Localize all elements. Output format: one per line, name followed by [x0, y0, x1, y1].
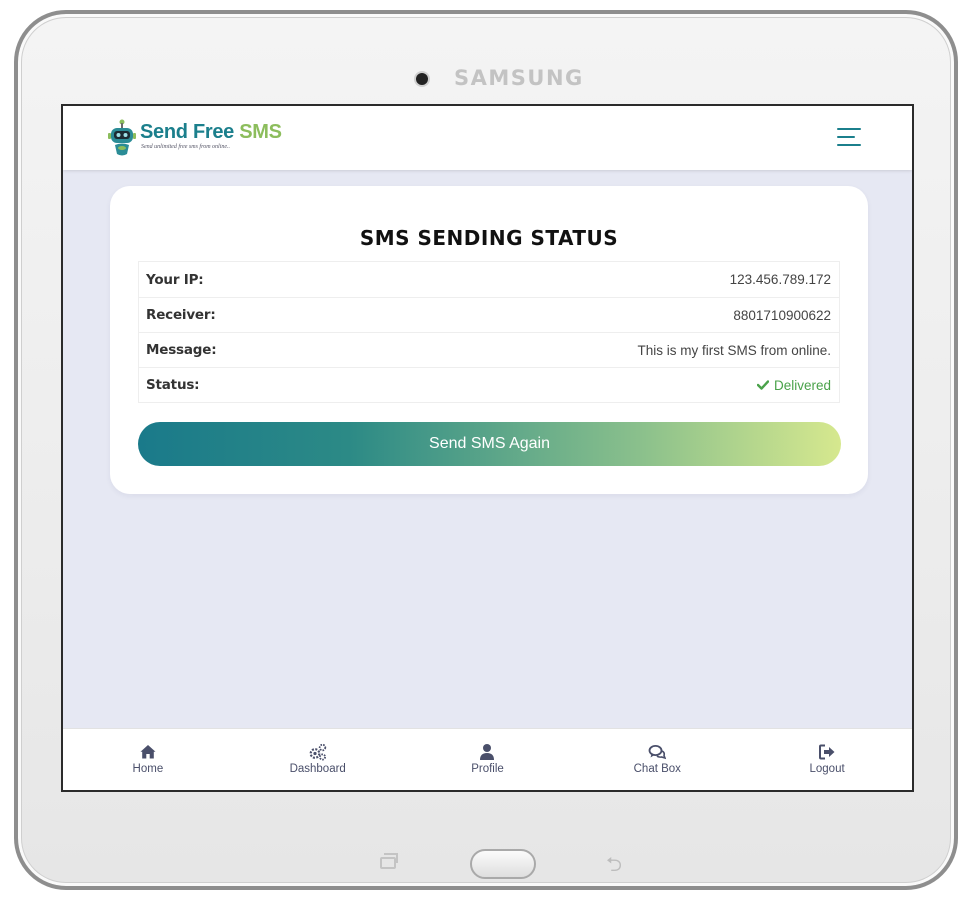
ip-value: 123.456.789.172 [729, 272, 831, 287]
sms-status-card: SMS SENDING STATUS Your IP: 123.456.789.… [110, 186, 868, 494]
chat-icon [648, 745, 667, 760]
send-sms-again-button[interactable]: Send SMS Again [138, 422, 841, 466]
logo-tagline: Send unlimited free sms from online.. [141, 144, 231, 150]
nav-item-profile[interactable]: Profile [403, 729, 573, 790]
status-label: Status: [146, 377, 200, 393]
logo-title-accent: SMS [239, 121, 282, 143]
logo-title-main: Send Free [140, 121, 234, 143]
robot-logo-icon [108, 119, 136, 156]
gears-icon [309, 743, 326, 761]
table-row: Status: Delivered [139, 367, 839, 402]
nav-item-chat-box[interactable]: Chat Box [572, 729, 742, 790]
table-row: Your IP: 123.456.789.172 [139, 262, 839, 297]
device-brand: SAMSUNG [454, 66, 584, 90]
nav-item-logout[interactable]: Logout [742, 729, 912, 790]
home-icon [140, 745, 156, 759]
status-badge: Delivered [756, 377, 831, 393]
nav-label-profile: Profile [471, 763, 504, 775]
status-table: Your IP: 123.456.789.172 Receiver: 88017… [138, 261, 840, 403]
table-row: Message: This is my first SMS from onlin… [139, 332, 839, 367]
front-camera [416, 73, 428, 85]
bottom-navigation: Home Dashboard Profile Chat Box Logout [63, 728, 912, 790]
app-screen: Send Free SMS Send unlimited free sms fr… [61, 104, 914, 792]
back-button[interactable]: ⮌ [606, 850, 622, 884]
status-value: Delivered [773, 377, 831, 393]
app-header: Send Free SMS Send unlimited free sms fr… [63, 106, 912, 170]
ip-label: Your IP: [146, 271, 204, 288]
nav-item-dashboard[interactable]: Dashboard [233, 729, 403, 790]
message-label: Message: [146, 342, 217, 358]
check-icon [756, 380, 769, 390]
receiver-label: Receiver: [146, 307, 216, 323]
nav-label-chat-box: Chat Box [633, 763, 681, 775]
nav-item-home[interactable]: Home [63, 729, 233, 790]
nav-label-home: Home [132, 763, 164, 775]
hardware-home-button[interactable] [470, 849, 536, 879]
logout-icon [819, 744, 835, 760]
recent-apps-button[interactable] [380, 853, 398, 869]
hamburger-menu-icon[interactable] [837, 126, 863, 148]
nav-label-logout: Logout [809, 763, 845, 775]
receiver-value: 8801710900622 [733, 307, 831, 323]
message-value: This is my first SMS from online. [637, 342, 831, 358]
logo-title: Send Free SMS [140, 121, 282, 144]
nav-label-dashboard: Dashboard [289, 763, 346, 775]
card-title: SMS SENDING STATUS [359, 226, 619, 250]
user-icon [480, 744, 495, 760]
table-row: Receiver: 8801710900622 [139, 297, 839, 332]
